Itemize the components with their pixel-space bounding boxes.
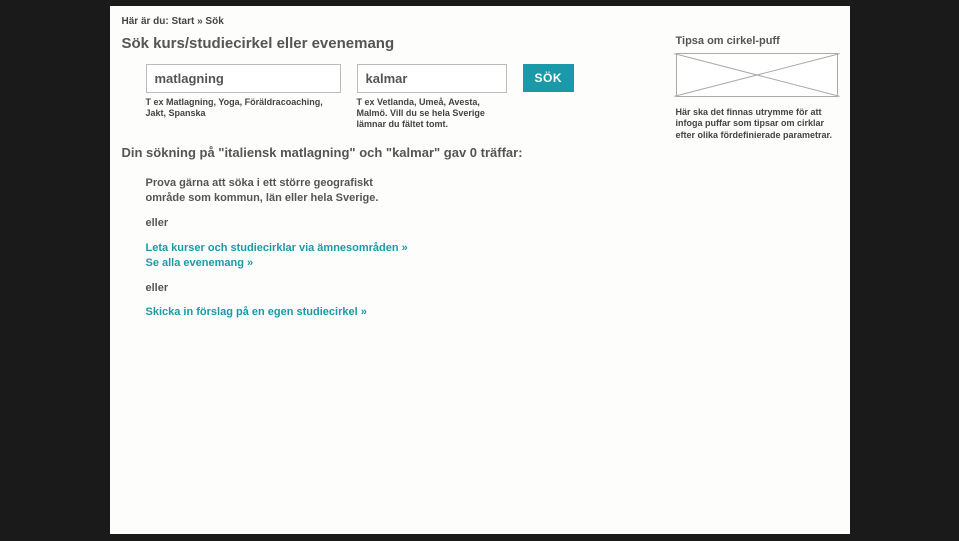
page-title: Sök kurs/studiecirkel eller evenemang [122,35,662,52]
location-group: T ex Vetlanda, Umeå, Avesta, Malmö. Vill… [357,64,507,129]
page-frame: Här är du: Start » Sök Sök kurs/studieci… [110,6,850,534]
link-browse-subjects[interactable]: Leta kurser och studiecirklar via ämneso… [146,242,408,254]
sidebar: Tipsa om cirkel-puff Här ska det finnas … [676,35,838,330]
link-submit-proposal[interactable]: Skicka in förslag på en egen studiecirke… [146,306,367,318]
search-row: T ex Matlagning, Yoga, Föräldracoaching,… [122,64,662,129]
suggestions: Prova gärna att söka i ett större geogra… [122,176,662,320]
location-input[interactable] [357,64,507,93]
or-text-2: eller [146,281,662,296]
link-all-events[interactable]: Se alla evenemang » [146,257,254,269]
main-row: Sök kurs/studiecirkel eller evenemang T … [122,35,838,330]
subject-input[interactable] [146,64,341,93]
location-hint: T ex Vetlanda, Umeå, Avesta, Malmö. Vill… [357,97,507,129]
suggestion-tip: Prova gärna att söka i ett större geogra… [146,176,406,206]
sidebar-title: Tipsa om cirkel-puff [676,35,838,47]
search-button[interactable]: SÖK [523,64,575,92]
sidebar-note: Här ska det finnas utrymme för att infog… [676,107,838,141]
subject-group: T ex Matlagning, Yoga, Föräldracoaching,… [146,64,341,129]
result-text: Din sökning på "italiensk matlagning" oc… [122,145,662,160]
search-button-wrap: SÖK [523,64,575,129]
subject-hint: T ex Matlagning, Yoga, Föräldracoaching,… [146,97,341,119]
breadcrumb: Här är du: Start » Sök [122,16,838,27]
or-text-1: eller [146,216,662,231]
placeholder-image-icon [676,53,838,97]
main-column: Sök kurs/studiecirkel eller evenemang T … [122,35,662,330]
